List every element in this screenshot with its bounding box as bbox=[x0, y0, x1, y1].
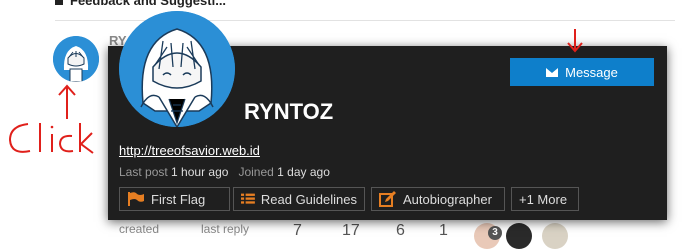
topic-title-bar[interactable]: Feedback and Suggesti... bbox=[0, 0, 690, 10]
participant-avatar[interactable] bbox=[542, 223, 568, 249]
badge-first-flag[interactable]: First Flag bbox=[119, 187, 230, 211]
user-website-link[interactable]: http://treeofsavior.web.id bbox=[119, 143, 260, 158]
joined-value: 1 day ago bbox=[277, 165, 330, 179]
message-button[interactable]: Message bbox=[510, 58, 654, 86]
edit-icon bbox=[379, 191, 396, 207]
badge-more[interactable]: +1 More bbox=[511, 187, 579, 211]
badge-read-guidelines[interactable]: Read Guidelines bbox=[233, 187, 365, 211]
list-icon bbox=[241, 193, 255, 204]
badge-label: First Flag bbox=[151, 191, 206, 207]
anime-avatar-icon bbox=[119, 11, 235, 127]
badge-label: Autobiographer bbox=[403, 191, 492, 207]
badge-label: Read Guidelines bbox=[260, 191, 357, 207]
created-label: created bbox=[119, 222, 160, 236]
annotation-arrow-down bbox=[565, 28, 585, 59]
topic-stats-row: created last reply 7 17 6 1 bbox=[0, 222, 690, 249]
views-count: 17 bbox=[342, 222, 360, 239]
last-post-value: 1 hour ago bbox=[171, 165, 229, 179]
anime-avatar-icon bbox=[53, 36, 99, 82]
envelope-icon bbox=[546, 67, 559, 77]
user-card-username: RYNTOZ bbox=[244, 99, 334, 124]
topic-title[interactable]: Feedback and Suggesti... bbox=[70, 0, 226, 8]
category-square-icon bbox=[55, 0, 63, 5]
participant-avatar[interactable] bbox=[506, 223, 532, 249]
user-activity-meta: Last post 1 hour ago Joined 1 day ago bbox=[119, 165, 330, 179]
annotation-click-text bbox=[6, 118, 96, 165]
likes-count: 1 bbox=[439, 222, 448, 239]
users-count: 6 bbox=[396, 222, 405, 239]
message-button-label: Message bbox=[565, 64, 618, 80]
replies-count: 7 bbox=[293, 222, 302, 239]
badge-autobiographer[interactable]: Autobiographer bbox=[371, 187, 505, 211]
last-post-label: Last post bbox=[119, 165, 168, 179]
joined-label: Joined bbox=[238, 165, 274, 179]
user-card-avatar[interactable] bbox=[119, 11, 235, 127]
flag-icon bbox=[128, 192, 144, 206]
last-reply-label: last reply bbox=[201, 222, 250, 236]
badge-label: +1 More bbox=[519, 191, 568, 207]
post-avatar[interactable] bbox=[53, 36, 99, 82]
post-count-badge: 3 bbox=[488, 226, 502, 240]
